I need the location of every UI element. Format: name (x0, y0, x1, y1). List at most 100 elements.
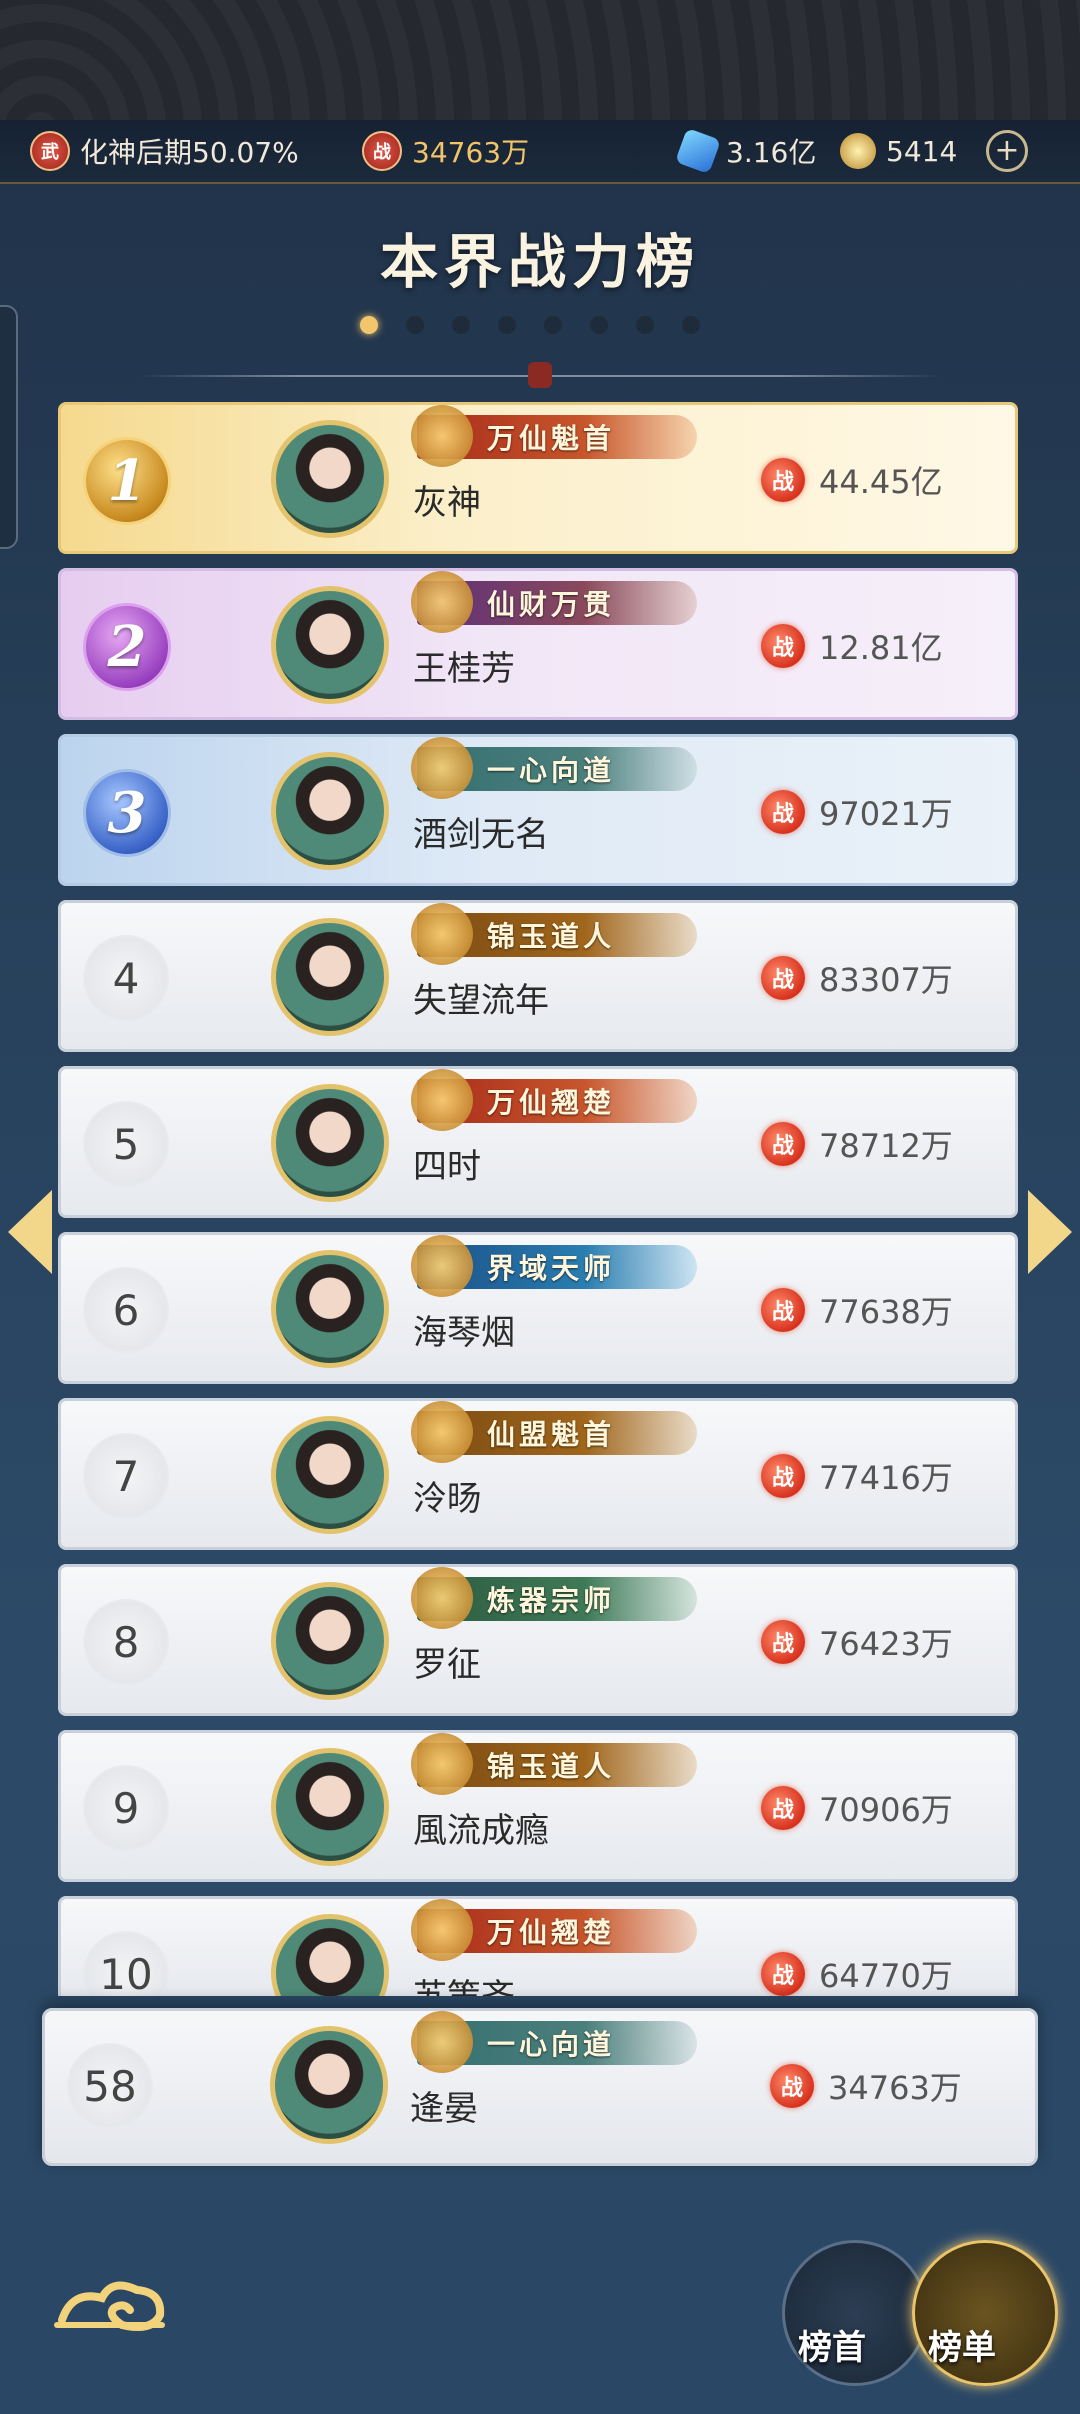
rank-number: 8 (83, 1599, 169, 1685)
page-dot[interactable] (452, 316, 470, 334)
title-emblem-icon (411, 1567, 473, 1629)
ranking-row[interactable]: 10 万仙翘楚苏策齐 战 64770万 (58, 1896, 1018, 1996)
battle-power-icon: 战 (761, 1786, 805, 1830)
power-value: 77416万 (819, 1459, 953, 1497)
power-value: 70906万 (819, 1791, 953, 1829)
title-text: 仙盟魁首 (487, 1418, 616, 1451)
player-avatar[interactable] (271, 1582, 389, 1700)
player-avatar[interactable] (271, 918, 389, 1036)
top-decorative-band (0, 0, 1080, 120)
my-title-banner: 一心向道 (411, 2011, 697, 2073)
spirit-stone-text: 3.16亿 (726, 136, 817, 169)
page-dot[interactable] (360, 316, 378, 334)
title-emblem-icon (411, 2011, 473, 2073)
player-power: 战 12.81亿 (761, 623, 943, 669)
battle-power-icon: 战 (761, 458, 805, 502)
power-value: 77638万 (819, 1293, 953, 1331)
title-banner: 一心向道 (411, 737, 697, 799)
title-banner: 炼器宗师 (411, 1567, 697, 1629)
title-banner: 万仙魁首 (411, 405, 697, 467)
player-avatar[interactable] (271, 1914, 389, 1996)
power-value: 44.45亿 (819, 463, 943, 501)
realm-text: 化神后期50.07% (80, 136, 299, 169)
power-value: 83307万 (819, 961, 953, 999)
resource-bar: 武 化神后期50.07% 战 34763万 3.16亿 5414 + (0, 120, 1080, 184)
title-emblem-icon (411, 571, 473, 633)
plus-icon: + (986, 130, 1028, 172)
realm-status[interactable]: 武 化神后期50.07% (30, 131, 299, 171)
power-value: 78712万 (819, 1127, 953, 1165)
rank-number: 6 (83, 1267, 169, 1353)
player-avatar[interactable] (271, 1250, 389, 1368)
battle-power-icon: 战 (761, 1952, 805, 1996)
title-text: 锦玉道人 (487, 920, 616, 953)
page-dot[interactable] (636, 316, 654, 334)
my-rank-number: 58 (67, 2043, 153, 2129)
ranking-row[interactable]: 7 仙盟魁首 泠旸 战 77416万 (58, 1398, 1018, 1550)
title-emblem-icon (411, 1401, 473, 1463)
spirit-stone-status[interactable]: 3.16亿 (674, 127, 817, 175)
player-power: 战 77416万 (761, 1453, 953, 1499)
wu-badge-icon: 武 (30, 131, 70, 171)
next-page-arrow-icon[interactable] (1028, 1190, 1072, 1274)
title-banner: 万仙翘楚 (411, 1069, 697, 1131)
title-text: 一心向道 (487, 754, 616, 787)
ranking-row[interactable]: 5 万仙翘楚 四时 战 78712万 (58, 1066, 1018, 1218)
page-dot[interactable] (406, 316, 424, 334)
page-dot[interactable] (498, 316, 516, 334)
power-status[interactable]: 战 34763万 (362, 131, 529, 171)
title-banner: 锦玉道人 (411, 903, 697, 965)
player-name: 苏策齐 (413, 1969, 515, 1996)
player-name: 灰神 (413, 483, 481, 523)
battle-power-icon: 战 (761, 624, 805, 668)
battle-power-icon: 战 (761, 1288, 805, 1332)
title-text: 万仙翘楚 (487, 1916, 616, 1949)
ranking-row[interactable]: 9 锦玉道人 風流成瘾 战 70906万 (58, 1730, 1018, 1882)
player-avatar[interactable] (271, 1748, 389, 1866)
player-avatar[interactable] (271, 1084, 389, 1202)
battle-power-icon: 战 (761, 1122, 805, 1166)
seal-icon (528, 362, 552, 388)
title-emblem-icon (411, 1899, 473, 1961)
rank-number: 10 (83, 1931, 169, 1996)
ranking-row[interactable]: 2 仙财万贯 王桂芳 战 12.81亿 (58, 568, 1018, 720)
player-avatar[interactable] (271, 420, 389, 538)
battle-power-icon: 战 (770, 2064, 814, 2108)
jade-status[interactable]: 5414 (840, 133, 957, 169)
player-name: 失望流年 (413, 981, 549, 1021)
power-value: 64770万 (819, 1957, 953, 1995)
top-rank-label: 榜首 (798, 2328, 866, 2368)
title-banner: 万仙翘楚 (411, 1899, 697, 1961)
ranking-row[interactable]: 1 万仙魁首灰神 战 44.45亿 (58, 402, 1018, 554)
ranking-row[interactable]: 4 锦玉道人 失望流年 战 83307万 (58, 900, 1018, 1052)
add-currency-button[interactable]: + (986, 130, 1028, 172)
power-value: 97021万 (819, 795, 953, 833)
title-text: 万仙翘楚 (487, 1086, 616, 1119)
page-indicator (360, 316, 700, 334)
player-name: 罗征 (413, 1645, 481, 1685)
player-avatar[interactable] (271, 752, 389, 870)
player-name: 酒剑无名 (413, 815, 549, 855)
auspicious-cloud-icon[interactable] (52, 2270, 172, 2340)
title-banner: 仙盟魁首 (411, 1401, 697, 1463)
power-value: 12.81亿 (819, 629, 943, 667)
rank-number: 7 (83, 1433, 169, 1519)
title-text: 炼器宗师 (487, 1584, 616, 1617)
prev-page-arrow-icon[interactable] (8, 1190, 52, 1274)
side-drawer-tab[interactable] (0, 305, 18, 549)
player-power: 战 64770万 (761, 1951, 953, 1996)
player-avatar[interactable] (271, 1416, 389, 1534)
ranking-row[interactable]: 6 界域天师 海琴烟 战 77638万 (58, 1232, 1018, 1384)
player-name: 王桂芳 (413, 649, 515, 689)
my-avatar[interactable] (270, 2026, 388, 2144)
battle-power-icon: 战 (362, 131, 402, 171)
player-avatar[interactable] (271, 586, 389, 704)
page-dot[interactable] (590, 316, 608, 334)
ranking-row[interactable]: 3 一心向道 酒剑无名 战 97021万 (58, 734, 1018, 886)
ranking-row[interactable]: 8 炼器宗师 罗征 战 76423万 (58, 1564, 1018, 1716)
page-dot[interactable] (682, 316, 700, 334)
rank-number: 1 (83, 437, 171, 525)
page-dot[interactable] (544, 316, 562, 334)
title-emblem-icon (411, 405, 473, 467)
my-rank-row[interactable]: 58 一心向道 逄晏 战 34763万 (42, 2008, 1038, 2166)
